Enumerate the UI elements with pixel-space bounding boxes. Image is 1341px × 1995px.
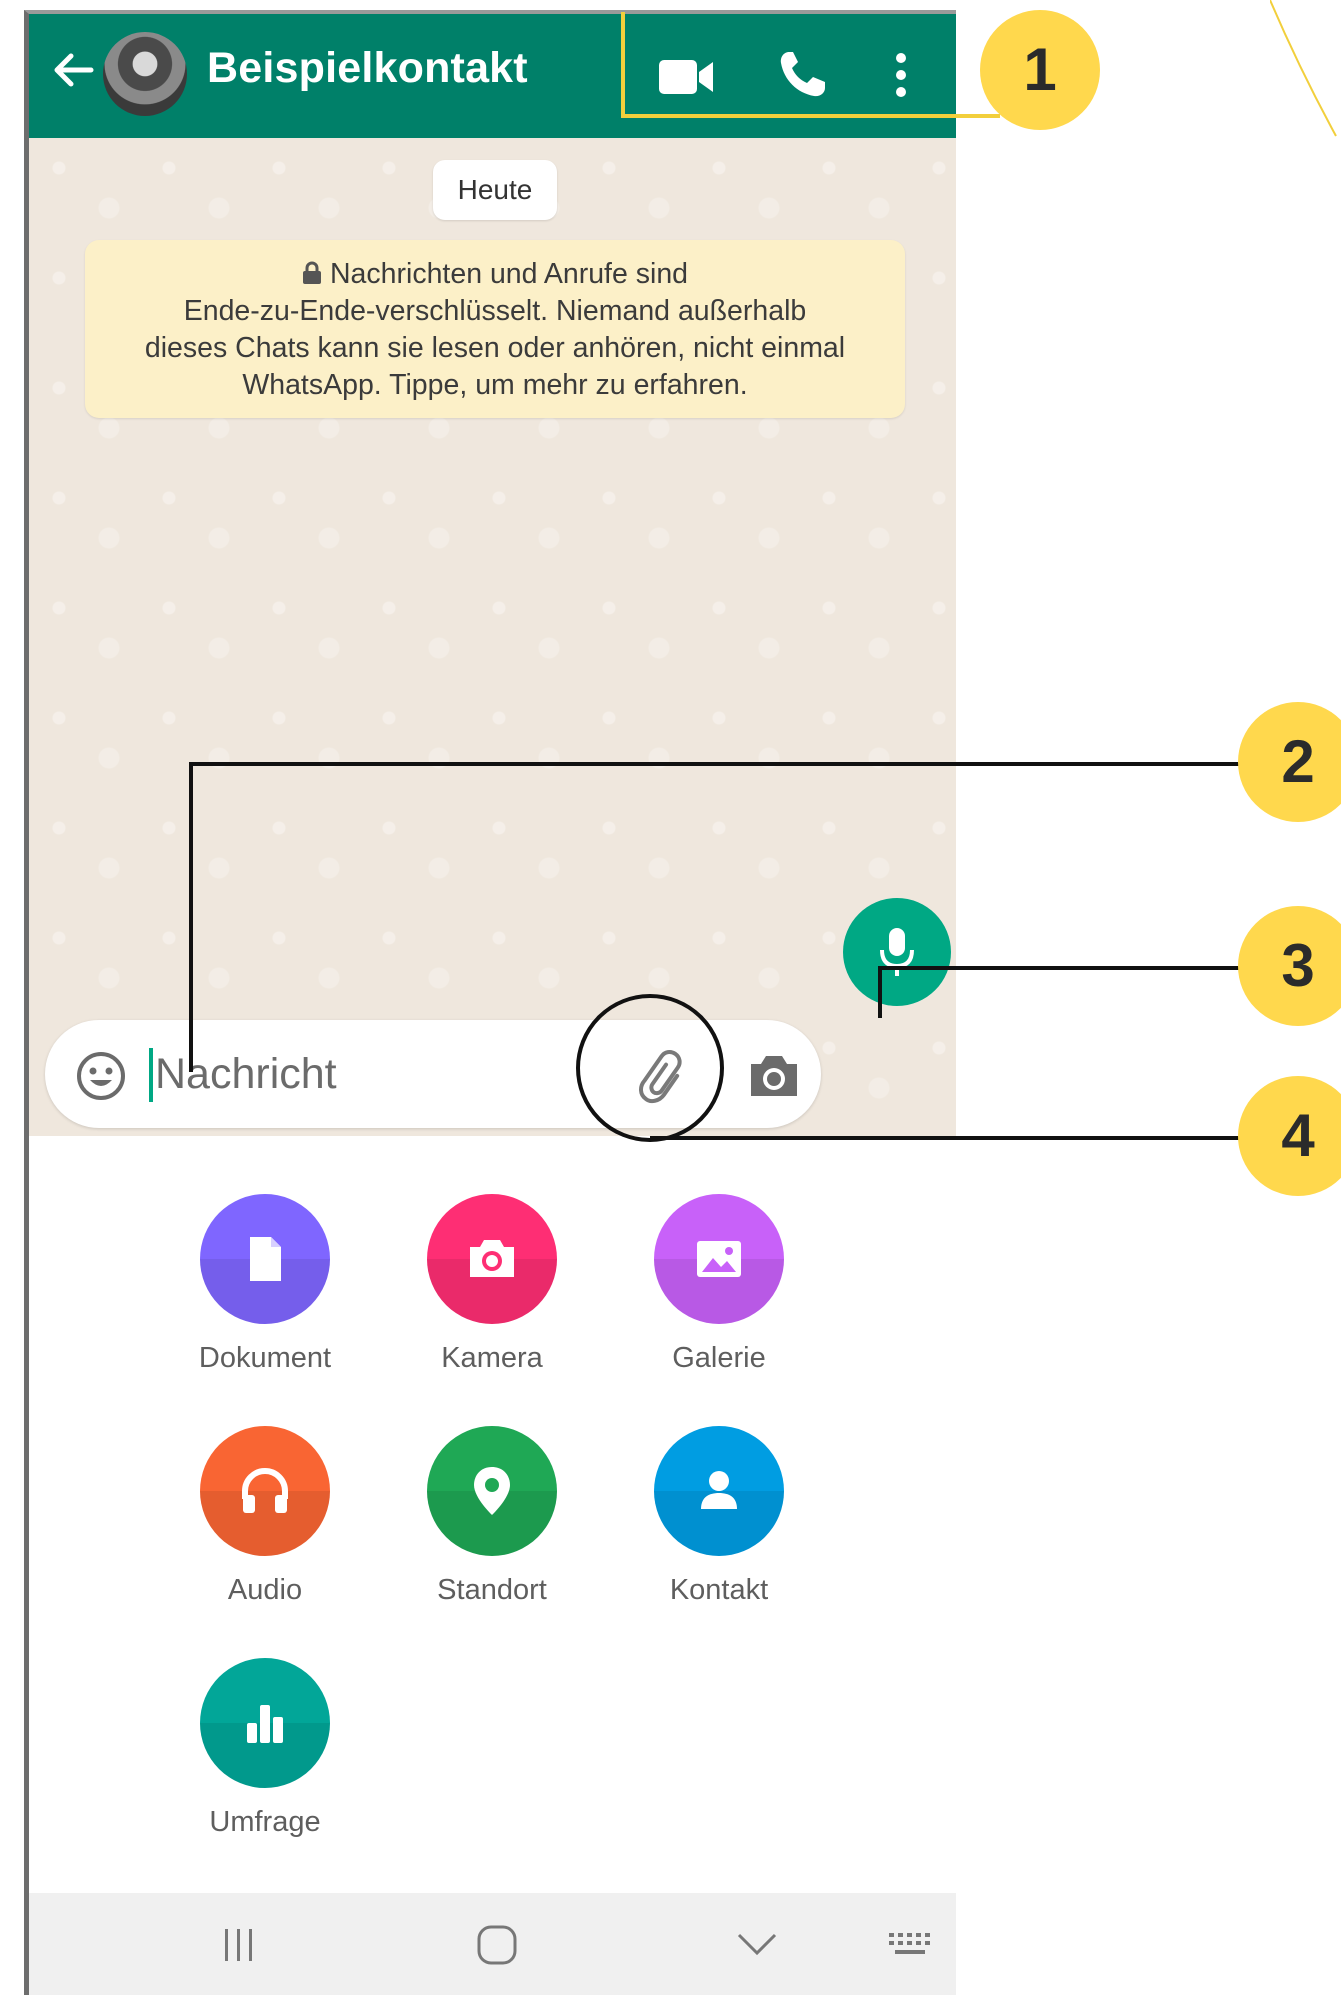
annotation-lines [189,12,1245,1142]
annotation-badge-1: 1 [980,10,1100,130]
